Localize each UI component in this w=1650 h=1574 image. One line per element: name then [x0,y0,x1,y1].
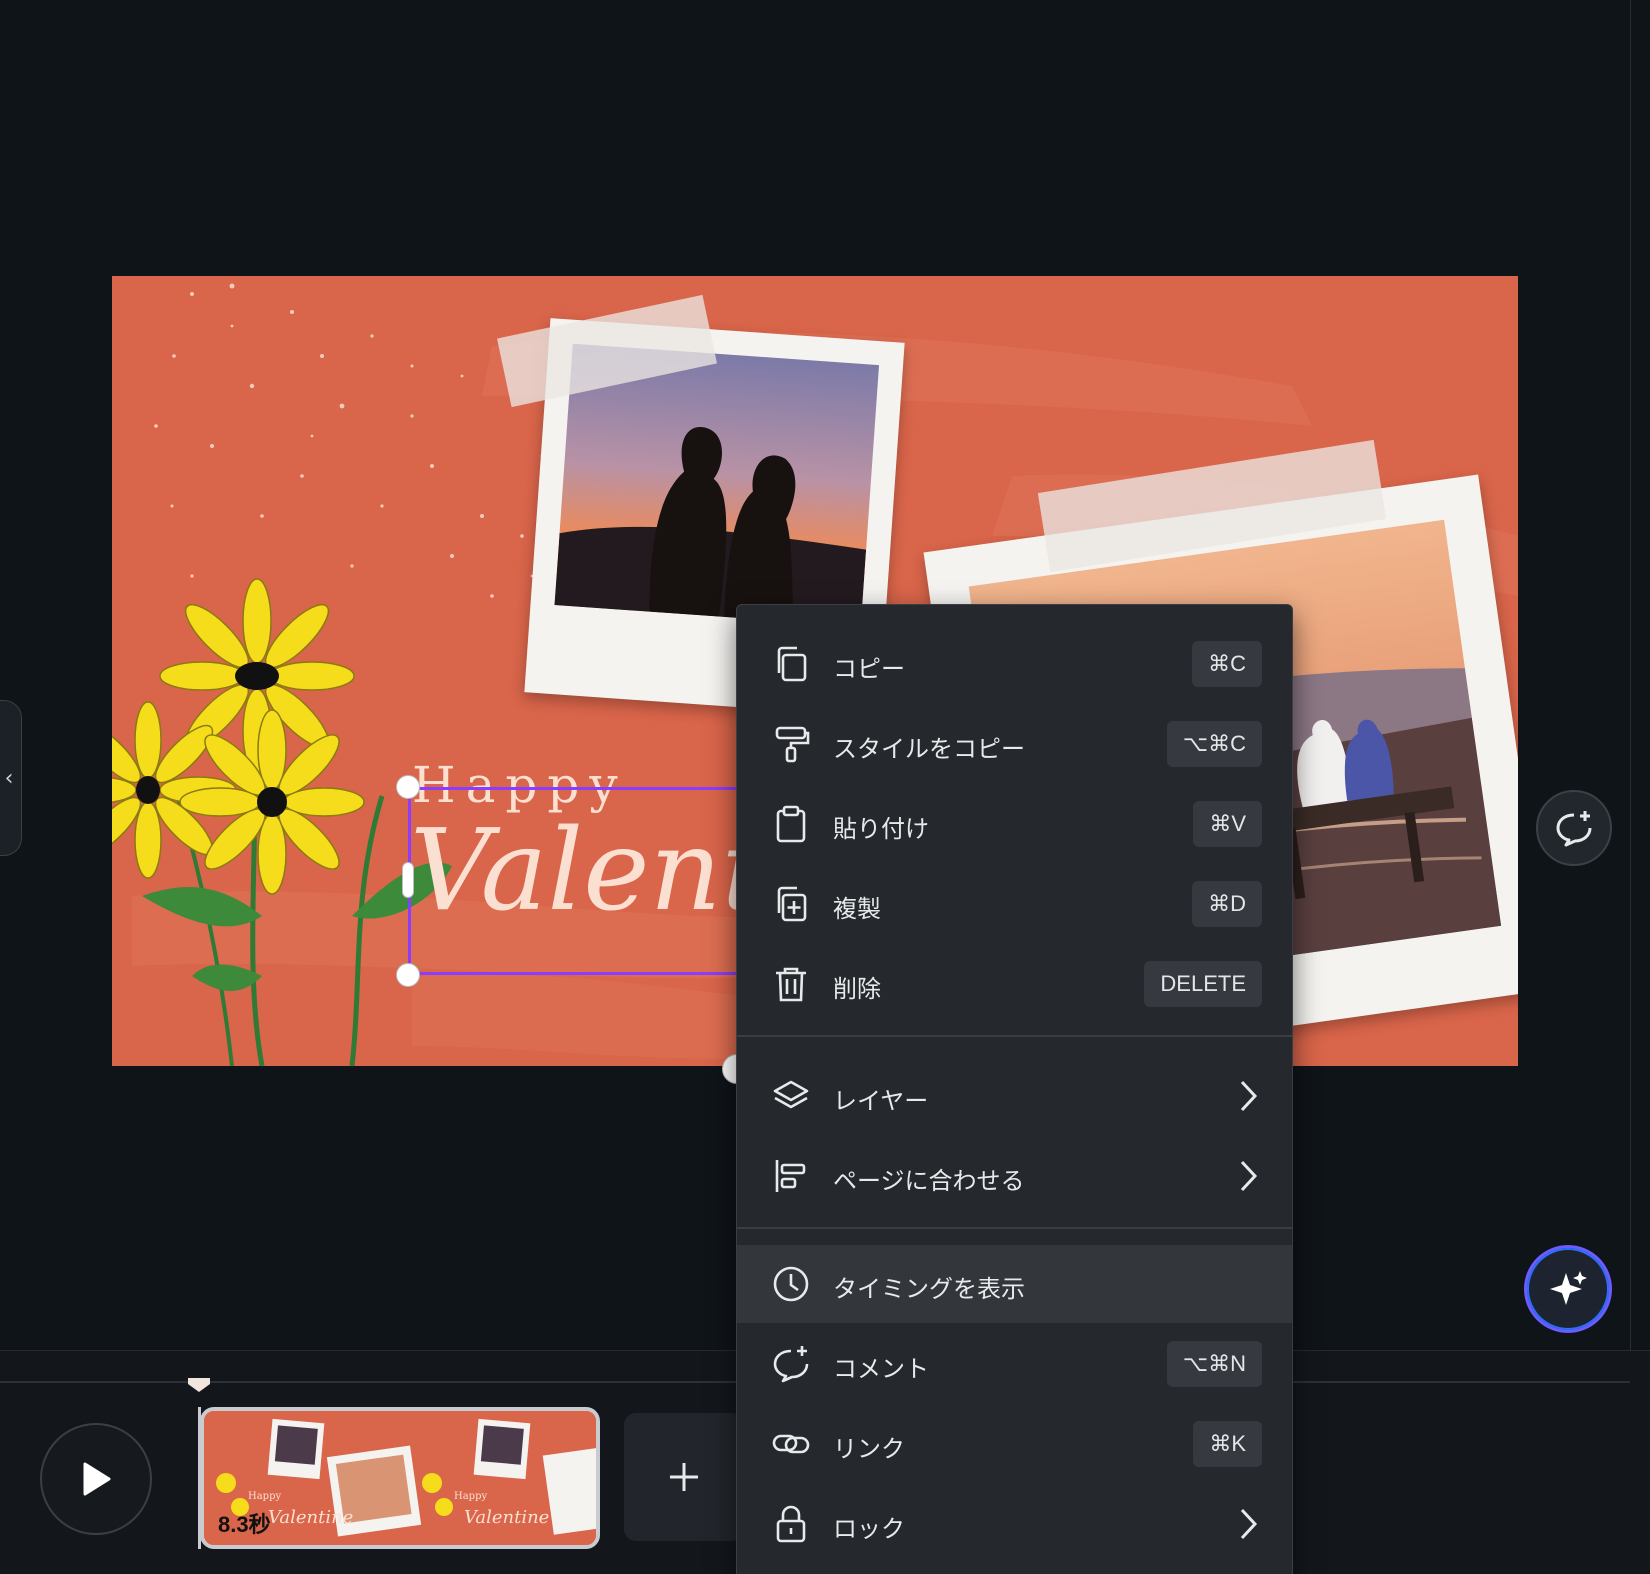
clip-duration-label: 8.3秒 [218,1512,271,1537]
svg-text:Valentine: Valentine [464,1507,549,1528]
menu-divider [737,1035,1292,1037]
plus-icon [670,1463,698,1491]
menu-item-duplicate[interactable]: 複製 ⌘D [737,865,1292,943]
side-panel-toggle[interactable]: ‹ [0,700,22,856]
menu-item-label: リンク [833,1435,905,1463]
clock-icon [773,1266,809,1302]
menu-item-label: レイヤー [833,1087,929,1115]
svg-text:Valentine: Valentine [268,1507,353,1528]
shortcut-badge: ⌥⌘N [1166,1341,1262,1387]
menu-item-label: ロック [833,1515,905,1543]
shortcut-badge: ⌥⌘C [1166,721,1262,767]
shortcut-badge: DELETE [1144,961,1262,1007]
align-left-icon [775,1160,806,1192]
menu-item-delete[interactable]: 削除 DELETE [737,945,1292,1023]
duplicate-icon [777,886,807,922]
menu-item-comment[interactable]: コメント ⌥⌘N [737,1325,1292,1403]
menu-item-paste[interactable]: 貼り付け ⌘V [737,785,1292,863]
layers-icon [773,1080,809,1109]
menu-item-lock[interactable]: ロック [737,1485,1292,1563]
shortcut-badge: ⌘C [1192,641,1262,687]
trash-icon [776,967,806,1002]
shortcut-badge: ⌘V [1193,801,1262,847]
link-icon [772,1434,810,1454]
paint-roller-icon [775,726,810,763]
context-menu: コピー ⌘C スタイルをコピー ⌥⌘C 貼り付け ⌘V 複製 ⌘D 削除 DEL… [736,604,1293,1574]
menu-item-label: 複製 [833,895,881,923]
playhead-marker[interactable] [186,1376,212,1394]
menu-item-label: タイミングを表示 [833,1275,1025,1303]
resize-handle-left[interactable] [402,862,414,898]
shortcut-badge: ⌘D [1192,881,1262,927]
editor-app: Happy Valent ‹ Happy Valentine Happy Val… [0,0,1650,1574]
menu-item-link[interactable]: リンク ⌘K [737,1405,1292,1483]
sparkle-icon [1550,1271,1587,1305]
menu-item-copy[interactable]: コピー ⌘C [737,625,1292,703]
menu-item-label: 貼り付け [833,815,929,843]
menu-item-label: コメント [833,1355,929,1383]
menu-item-label: ページに合わせる [833,1167,1025,1195]
play-icon [83,1462,111,1496]
add-page-button[interactable] [624,1413,744,1541]
comment-add-icon [1556,811,1592,847]
sunflower-illustration [112,578,452,1066]
resize-handle-top-left[interactable] [396,775,420,799]
menu-item-label: スタイルをコピー [833,735,1025,763]
star-sparkles [154,283,544,598]
comment-add-icon [773,1346,809,1383]
svg-text:Happy: Happy [454,1491,487,1502]
clipboard-icon [776,805,806,843]
chevron-left-icon: ‹ [4,765,14,791]
chevron-right-icon [1240,1508,1258,1540]
menu-divider [737,1227,1292,1229]
magic-assistant-button[interactable] [1524,1245,1612,1333]
menu-item-label: コピー [833,655,905,683]
svg-text:Happy: Happy [248,1491,281,1502]
add-comment-button[interactable] [1536,790,1612,866]
text-selection-box[interactable] [408,787,748,975]
chevron-right-icon [1240,1080,1258,1112]
shortcut-badge: ⌘K [1193,1421,1262,1467]
resize-handle-bottom-left[interactable] [396,963,420,987]
timeline-clip[interactable]: Happy Valentine Happy Valentine 8.3秒 [200,1407,600,1549]
chevron-right-icon [1240,1160,1258,1192]
menu-item-label: 削除 [833,975,881,1003]
menu-item-align-to-page[interactable]: ページに合わせる [737,1137,1292,1215]
menu-item-show-timing[interactable]: タイミングを表示 [737,1245,1292,1323]
menu-item-layers[interactable]: レイヤー [737,1057,1292,1135]
play-button[interactable] [40,1423,152,1535]
menu-item-copy-style[interactable]: スタイルをコピー ⌥⌘C [737,705,1292,783]
copy-icon [777,646,807,682]
right-scroll-track [1630,0,1650,1350]
lock-icon [776,1505,806,1543]
